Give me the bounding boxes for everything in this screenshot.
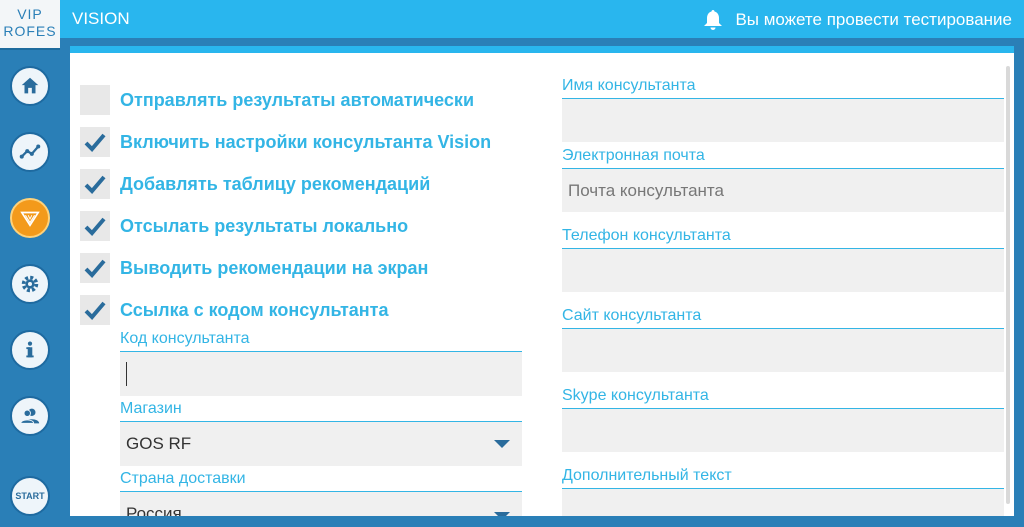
- nav-vision-button[interactable]: [10, 198, 50, 238]
- consultant-code-input[interactable]: [120, 352, 522, 396]
- logo-line2: ROFES: [3, 23, 57, 39]
- checkmark-icon: [84, 301, 106, 320]
- checkmark-icon: [84, 259, 106, 278]
- page-title: VISION: [72, 9, 130, 28]
- checkmark-icon: [84, 175, 106, 194]
- checkbox-unchecked[interactable]: [80, 85, 110, 115]
- checkbox-row[interactable]: Отправлять результаты автоматически: [80, 85, 474, 115]
- checkbox-label: Включить настройки консультанта Vision: [120, 131, 492, 152]
- checkbox-row[interactable]: Выводить рекомендации на экран: [80, 253, 428, 283]
- checkbox-label: Выводить рекомендации на экран: [120, 257, 429, 278]
- phone-label: Телефон консультанта: [562, 227, 731, 244]
- checkbox-label: Отправлять результаты автоматически: [120, 89, 475, 110]
- logo-divider: [0, 48, 60, 50]
- checkbox-label: Отсылать результаты локально: [120, 215, 409, 236]
- nav-chart-button[interactable]: [10, 132, 50, 172]
- info-icon: [26, 341, 34, 358]
- store-label: Магазин: [120, 400, 182, 417]
- email-label: Электронная почта: [562, 147, 705, 164]
- country-value: Россия: [126, 504, 182, 516]
- consultant-name-input[interactable]: [562, 99, 1004, 142]
- store-select[interactable]: GOS RF: [120, 422, 522, 466]
- site-label: Сайт консультанта: [562, 307, 702, 324]
- site-input[interactable]: [562, 329, 1004, 372]
- checkbox-checked[interactable]: [80, 169, 110, 199]
- bell-icon: [704, 10, 723, 30]
- app-logo: VIP ROFES: [0, 0, 60, 48]
- nav-users-button[interactable]: [10, 396, 50, 436]
- nav-settings-button[interactable]: [10, 264, 50, 304]
- home-icon: [21, 77, 39, 94]
- checkbox-checked[interactable]: [80, 253, 110, 283]
- checkbox-label: Добавлять таблицу рекомендаций: [120, 173, 431, 194]
- dropdown-arrow-icon: [494, 512, 510, 516]
- chart-icon: [19, 144, 41, 159]
- checkbox-checked[interactable]: [80, 211, 110, 241]
- checkbox-checked[interactable]: [80, 295, 110, 325]
- checkbox-row[interactable]: Ссылка с кодом консультанта: [80, 295, 389, 325]
- notification-text: Вы можете провести тестирование: [735, 10, 1012, 29]
- nav-info-button[interactable]: [10, 330, 50, 370]
- dropdown-arrow-icon: [494, 440, 510, 448]
- country-label: Страна доставки: [120, 470, 246, 487]
- settings-panel: Отправлять результаты автоматически Вклю…: [70, 46, 1014, 516]
- checkbox-label: Ссылка с кодом консультанта: [120, 299, 389, 320]
- vision-icon: [20, 211, 40, 227]
- checkbox-checked[interactable]: [80, 127, 110, 157]
- top-bar: VISION Вы можете провести тестирование: [60, 0, 1024, 38]
- start-label: START: [15, 491, 45, 501]
- checkbox-row[interactable]: Отсылать результаты локально: [80, 211, 408, 241]
- phone-input[interactable]: [562, 249, 1004, 292]
- checkmark-icon: [84, 133, 106, 152]
- checkbox-row[interactable]: Включить настройки консультанта Vision: [80, 127, 491, 157]
- email-field[interactable]: Почта консультанта: [562, 169, 1004, 212]
- sidebar: VIP ROFES START: [0, 0, 60, 527]
- start-button[interactable]: START: [10, 476, 50, 516]
- logo-line1: VIP: [17, 6, 43, 22]
- scrollbar[interactable]: [1006, 66, 1010, 504]
- consultant-code-label: Код консультанта: [120, 330, 250, 347]
- checkmark-icon: [84, 217, 106, 236]
- text-cursor: [126, 362, 127, 386]
- notification-area[interactable]: Вы можете провести тестирование: [701, 8, 1012, 32]
- extra-text-label: Дополнительный текст: [562, 467, 732, 484]
- store-value: GOS RF: [126, 434, 192, 453]
- skype-label: Skype консультанта: [562, 387, 709, 404]
- country-select[interactable]: Россия: [120, 492, 522, 516]
- skype-input[interactable]: [562, 409, 1004, 452]
- users-icon: [20, 408, 40, 424]
- nav-home-button[interactable]: [10, 66, 50, 106]
- consultant-name-label: Имя консультанта: [562, 77, 696, 94]
- panel-header-strip: [70, 46, 1014, 53]
- email-placeholder: Почта консультанта: [568, 180, 724, 200]
- gear-icon: [21, 275, 39, 293]
- checkbox-row[interactable]: Добавлять таблицу рекомендаций: [80, 169, 430, 199]
- extra-text-input[interactable]: [562, 489, 1004, 516]
